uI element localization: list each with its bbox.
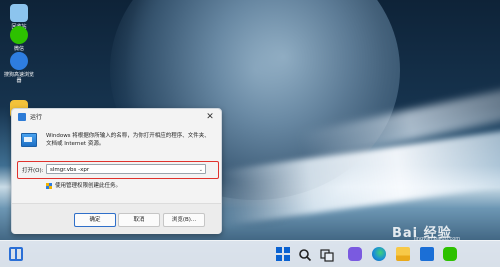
task-view-icon[interactable]: [320, 247, 334, 262]
chevron-down-icon[interactable]: ⌄: [199, 165, 203, 175]
open-field-highlight: 打开(O): slmgr.vbs -xpr ⌄: [17, 161, 219, 179]
wechat-icon: [10, 26, 28, 44]
ok-button[interactable]: 确定: [74, 213, 116, 227]
cancel-button[interactable]: 取消: [118, 213, 160, 227]
run-dialog: 运行 ✕ Windows 将根据你所输入的名称，为你打开相应的程序、文件夹、文档…: [11, 108, 222, 234]
desktop-icon-label: 搜狗高速浏览器: [4, 72, 35, 84]
run-app-icon: [21, 133, 37, 147]
command-input[interactable]: slmgr.vbs -xpr ⌄: [46, 164, 206, 174]
sogou-browser-icon: [10, 52, 28, 70]
desktop: 回收站 微信 搜狗高速浏览器 运行 ✕ Windows 将根据你所输入的名称，为…: [0, 0, 500, 267]
wechat-icon[interactable]: [443, 247, 457, 261]
shield-icon: [46, 182, 52, 189]
open-label: 打开(O):: [22, 168, 44, 174]
taskbar: [0, 240, 500, 267]
command-value: slmgr.vbs -xpr: [50, 167, 90, 173]
dialog-description: Windows 将根据你所输入的名称，为你打开相应的程序、文件夹、文档或 Int…: [46, 133, 210, 147]
close-button[interactable]: ✕: [203, 110, 217, 124]
chat-icon[interactable]: [348, 247, 362, 261]
widgets-icon[interactable]: [9, 247, 23, 261]
title-bar[interactable]: 运行 ✕: [12, 109, 221, 125]
desktop-icon-sogou-browser[interactable]: 搜狗高速浏览器: [4, 52, 34, 84]
search-icon[interactable]: [298, 247, 312, 262]
edge-icon[interactable]: [372, 247, 386, 261]
store-icon[interactable]: [420, 247, 434, 261]
browse-button[interactable]: 浏览(B)...: [163, 213, 205, 227]
start-icon[interactable]: [276, 247, 290, 261]
recycle-bin-icon: [10, 4, 28, 22]
button-row: 确定 取消 浏览(B)...: [12, 203, 221, 234]
admin-note: 使用管理权限创建此任务。: [46, 181, 121, 189]
admin-note-text: 使用管理权限创建此任务。: [55, 183, 122, 189]
dialog-title: 运行: [30, 114, 43, 121]
run-icon: [18, 113, 26, 121]
file-explorer-icon[interactable]: [396, 247, 410, 261]
desktop-icon-wechat[interactable]: 微信: [4, 26, 34, 52]
